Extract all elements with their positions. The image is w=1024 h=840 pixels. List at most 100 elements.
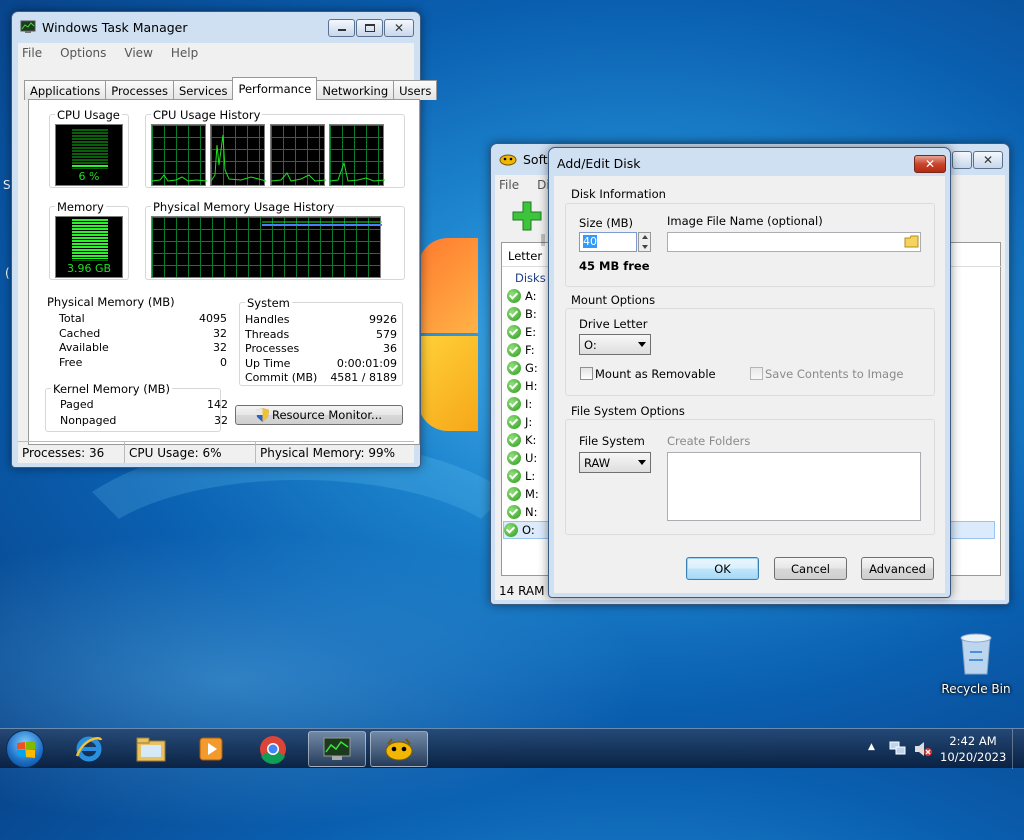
softperfect-close-button[interactable]: ✕ [973,151,1003,169]
tab-services[interactable]: Services [172,80,234,100]
minimize-button[interactable] [328,19,355,37]
create-folders-label: Create Folders [667,434,751,448]
clock[interactable]: 2:42 AM 10/20/2023 [940,733,1006,765]
physical-memory-label: Free [59,355,83,369]
advanced-button[interactable]: Advanced [861,557,934,580]
volume-muted-icon[interactable] [914,741,932,757]
physical-memory-row: Total 4095 [59,312,227,325]
size-input[interactable]: 40 [579,232,637,252]
system-value: 36 [383,342,397,355]
close-button[interactable]: ✕ [384,19,414,37]
softperfect-maximize-button[interactable] [952,151,972,169]
ok-button[interactable]: OK [686,557,759,580]
image-file-label: Image File Name (optional) [667,214,823,228]
dialog-titlebar[interactable]: Add/Edit Disk ✕ [549,148,950,178]
memory-history-graph [151,216,382,278]
chevron-down-icon [638,342,646,347]
resource-monitor-label: Resource Monitor... [271,408,383,422]
kernel-memory-row: Nonpaged 32 [60,414,228,427]
drive-letter-select[interactable]: O: [579,334,651,355]
folder-browse-icon[interactable] [904,235,920,248]
media-player-icon [199,737,223,761]
cpu-history-group: CPU Usage History [145,108,405,188]
add-disk-toolbar-button[interactable] [511,200,543,232]
cpu-history-title: CPU Usage History [151,108,263,122]
file-system-select[interactable]: RAW [579,452,651,473]
taskbar-internet-explorer[interactable] [60,731,118,767]
drive-letter-label: Drive Letter [579,317,648,331]
show-desktop-button[interactable] [1012,729,1024,769]
physical-memory-label: Total [59,312,85,325]
drive-letter: B: [525,307,537,321]
memory-value: 3.96 GB [66,262,112,275]
drive-letter: E: [525,325,537,339]
cpu-history-graph-1 [151,124,207,186]
task-manager-window: Windows Task Manager ✕ File Options View… [11,11,438,468]
taskbar-media-player[interactable] [182,731,240,767]
tab-users[interactable]: Users [393,80,438,100]
resource-monitor-button[interactable]: Resource Monitor... [235,405,403,425]
drive-letter: H: [525,379,538,393]
tab-networking[interactable]: Networking [316,80,395,100]
task-manager-icon [20,20,36,33]
system-row: Up Time 0:00:01:09 [245,357,397,370]
checkmark-icon [507,415,521,429]
cancel-button[interactable]: Cancel [774,557,847,580]
drive-letter: G: [525,361,538,375]
taskbar-file-explorer[interactable] [122,731,180,767]
physical-memory-value: 0 [220,355,227,369]
checkmark-icon [507,307,521,321]
taskbar-softperfect-ramdisk[interactable] [370,731,428,767]
system-row: Commit (MB) 4581 / 8189 [245,371,397,384]
save-contents-checkbox[interactable] [750,367,763,380]
tab-processes[interactable]: Processes [105,80,174,100]
size-spinner[interactable] [638,232,651,252]
menu-options[interactable]: Options [60,46,106,60]
physical-memory-value: 4095 [199,312,227,325]
cpu-usage-fill [72,165,108,167]
dialog-close-button[interactable]: ✕ [914,155,946,173]
performance-pane: CPU Usage 6 % CPU Usage History Memory 3… [28,99,420,445]
system-row: Processes 36 [245,342,397,355]
softperfect-app-icon [499,154,517,166]
status-physical-memory: Physical Memory: 99% [260,445,396,460]
drive-letter: I: [525,397,533,411]
checkmark-icon [507,397,521,411]
menu-file[interactable]: File [22,46,42,60]
start-button[interactable] [6,730,44,768]
chevron-down-icon [638,460,646,465]
softperfect-menu-file[interactable]: File [499,178,519,192]
system-value: 0:00:01:09 [336,356,397,370]
drive-letter: J: [525,415,533,429]
internet-explorer-icon [75,736,103,762]
tab-applications[interactable]: Applications [24,80,107,100]
menu-help[interactable]: Help [171,46,198,60]
taskbar-task-manager[interactable] [308,731,366,767]
system-title: System [245,296,292,310]
task-manager-titlebar[interactable]: Windows Task Manager ✕ [12,12,420,42]
physical-memory-value: 32 [213,326,227,340]
image-file-input[interactable] [667,232,921,252]
task-manager-statusbar: Processes: 36 CPU Usage: 6% Physical Mem… [18,441,414,463]
tab-performance[interactable]: Performance [232,77,318,100]
kernel-memory-value: 32 [214,414,228,427]
add-edit-disk-dialog: Add/Edit Disk ✕ Disk Information Size (M… [548,147,951,598]
task-manager-title: Windows Task Manager [42,19,188,35]
system-label: Threads [245,327,290,341]
mount-removable-checkbox[interactable] [580,367,593,380]
create-folders-textarea[interactable] [667,452,921,521]
taskbar-chrome[interactable] [244,731,302,767]
text-cursor-icon [541,234,545,246]
menu-view[interactable]: View [124,46,152,60]
cpu-history-graph-2 [210,124,266,186]
recycle-bin-shortcut[interactable]: Recycle Bin [938,628,1014,700]
maximize-button[interactable] [356,19,383,37]
status-cpu-usage: CPU Usage: 6% [125,442,256,463]
checkmark-icon [507,433,521,447]
checkmark-icon [507,505,521,519]
tray-show-hidden-icons[interactable]: ▲ [868,742,875,752]
taskbar: ▲ 2:42 AM 10/20/2023 [0,728,1024,769]
physical-memory-group: Physical Memory (MB) Total 4095 Cached 32 Av… [45,295,227,372]
network-icon[interactable] [889,741,907,757]
close-icon: ✕ [393,21,405,35]
